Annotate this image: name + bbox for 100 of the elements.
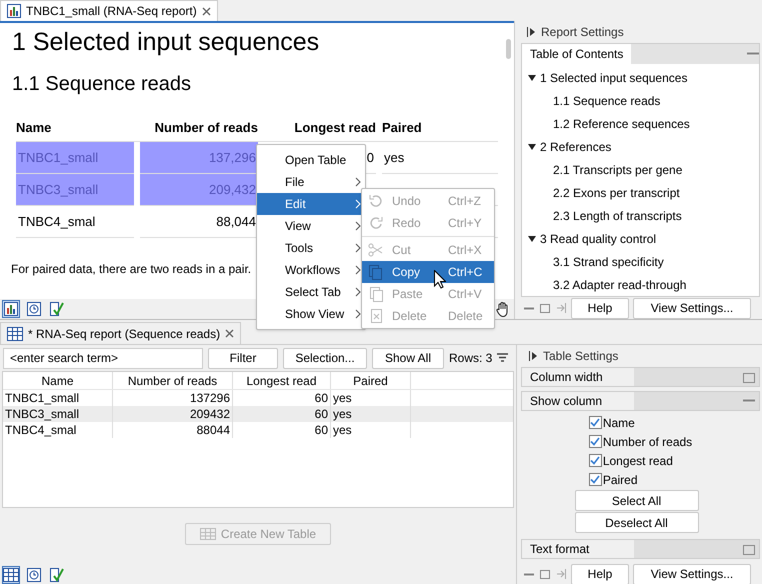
chart-icon [4,302,18,316]
table-cell: TNBC3_small [16,174,134,206]
collapse-panel-icon[interactable] [527,27,535,37]
filter-menu-icon[interactable] [497,353,508,363]
menu-item[interactable]: Workflows [257,259,365,281]
view-settings-button[interactable]: View Settings... [633,298,751,318]
expanded-arrow-icon[interactable] [528,236,536,242]
column-header[interactable]: Longest read [233,372,331,389]
document-check-icon[interactable] [48,567,64,583]
table-cell: 60 [233,406,331,422]
column-header: Longest read [293,119,376,138]
expanded-arrow-icon[interactable] [528,144,536,150]
column-header[interactable]: Name [3,372,113,389]
folder-icon[interactable] [539,568,551,580]
scrollbar[interactable] [506,39,511,59]
menu-item[interactable]: View [257,215,365,237]
folder-icon[interactable] [743,544,755,554]
column-header[interactable]: Paired [331,372,411,389]
document-check-icon[interactable] [48,301,64,317]
checkbox[interactable] [588,435,602,448]
menu-item[interactable]: Show View [257,303,365,325]
table-cell: TNBC3_small [3,406,113,422]
toc-item[interactable]: 2.3 Length of transcripts [522,204,759,227]
report-view-button[interactable] [2,300,20,318]
delete-icon [368,308,384,324]
toc-item[interactable]: 3.2 Adapter read-through [522,273,759,296]
column-header[interactable]: Number of reads [113,372,233,389]
checkmark-icon [590,418,600,427]
checkbox[interactable] [588,473,602,486]
checkbox-label: Number of reads [602,434,692,450]
tab-title: TNBC1_small (RNA-Seq report) [26,3,197,20]
filter-button[interactable]: Filter [208,348,278,368]
menu-item[interactable]: Select Tab [257,281,365,303]
expanded-arrow-icon[interactable] [528,74,536,80]
toc-item[interactable]: 1 Selected input sequences [522,66,759,89]
search-field[interactable]: <enter search term> [3,348,203,368]
panel-title: Report Settings [541,24,624,41]
row-count: Rows: 3 [449,350,492,367]
table-cell: 60 [233,422,331,438]
table-cell: TNBC1_small [16,142,134,174]
deselect-all-button[interactable]: Deselect All [574,512,698,533]
hand-icon[interactable] [496,301,510,317]
editor-tab[interactable]: TNBC1_small (RNA-Seq report) [0,0,218,21]
report-subheading: 1.1 Sequence reads [12,72,192,97]
section-tab[interactable]: Show column [522,392,634,410]
section-tab[interactable]: Text format [522,540,634,558]
table-cell: 209432 [113,406,233,422]
collapse-panel-icon[interactable] [529,351,537,361]
menu-item[interactable]: Tools [257,237,365,259]
help-button[interactable]: Help [571,564,629,584]
checkbox[interactable] [588,416,602,429]
view-settings-button[interactable]: View Settings... [633,564,751,584]
toc-item[interactable]: 2.2 Exons per transcript [522,181,759,204]
toc-item[interactable]: 3.1 Strand specificity [522,250,759,273]
table-view-button[interactable] [2,566,20,584]
copy-icon [368,264,384,280]
table-cell: yes [331,422,411,438]
section-tab[interactable]: Column width [522,368,634,386]
column-header: Name [16,119,52,138]
redo-icon [368,215,384,231]
table-icon [7,326,23,340]
close-icon[interactable] [202,6,211,16]
table-cell: yes [331,406,411,422]
menu-item[interactable]: File [257,171,365,193]
toc-item[interactable]: 1.2 Reference sequences [522,112,759,135]
checkbox-label: Name [602,414,635,432]
report-heading: 1 Selected input sequences [12,27,320,58]
column-header: Paired [382,119,423,138]
folder-icon[interactable] [539,302,551,314]
menu-item[interactable]: Copy Ctrl+C [362,261,494,283]
undo-icon [368,193,384,209]
checkmark-icon [590,437,600,446]
pointer-icon [434,270,446,289]
selection-button[interactable]: Selection... [283,348,367,368]
toc-item[interactable]: 1.1 Sequence reads [522,89,759,112]
panel-title: Table Settings [543,348,618,365]
checkbox[interactable] [588,454,602,467]
table-cell: yes [382,142,498,174]
editor-tab[interactable]: * RNA-Seq report (Sequence reads) [0,322,242,344]
history-icon[interactable] [26,567,42,583]
close-icon[interactable] [225,329,234,338]
toc-item[interactable]: 3 Read quality control [522,227,759,250]
paste-icon [368,286,384,302]
column-header: Number of reads [154,119,258,138]
scissors-icon [368,242,384,258]
toc-item[interactable]: 2.1 Transcripts per gene [522,158,759,181]
show-all-button[interactable]: Show All [372,348,444,368]
minimize-icon[interactable] [747,52,759,56]
help-button[interactable]: Help [571,298,629,318]
section-tab[interactable]: Table of Contents [522,44,632,64]
create-table-button: Create New Table [184,523,332,545]
history-icon[interactable] [26,301,42,317]
minimize-icon[interactable] [743,399,755,403]
toc-item[interactable]: 2 References [522,135,759,158]
checkmark-icon [590,475,600,484]
select-all-button[interactable]: Select All [574,490,698,511]
checkbox-label: Paired [602,472,638,488]
table-cell: TNBC4_smal [16,206,134,238]
tab-title: * RNA-Seq report (Sequence reads) [28,326,220,342]
folder-icon[interactable] [743,372,755,382]
